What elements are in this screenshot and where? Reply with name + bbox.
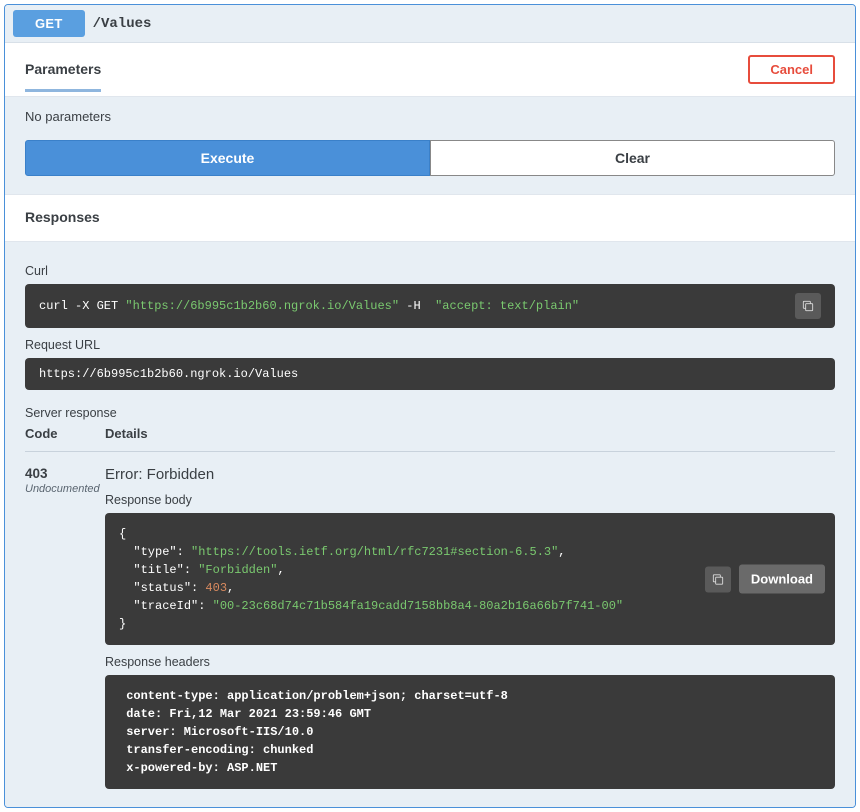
execute-button[interactable]: Execute <box>25 140 430 176</box>
cancel-button[interactable]: Cancel <box>748 55 835 84</box>
operation-header[interactable]: GET /Values <box>5 5 855 43</box>
error-title: Error: Forbidden <box>105 466 835 483</box>
parameters-section-header: Parameters Cancel <box>5 43 855 97</box>
response-headers-label: Response headers <box>105 655 835 669</box>
action-buttons-row: Execute Clear <box>25 140 835 176</box>
responses-section-header: Responses <box>5 194 855 242</box>
response-table: Code Details 403 Undocumented Error: For… <box>25 426 835 789</box>
copy-curl-icon[interactable] <box>795 293 821 319</box>
responses-body: Curl curl -X GET "https://6b995c1b2b60.n… <box>5 242 855 807</box>
code-column-header: Code <box>25 426 105 441</box>
response-body-block: { "type": "https://tools.ietf.org/html/r… <box>105 513 835 645</box>
parameters-body: No parameters Execute Clear <box>5 97 855 194</box>
curl-command-block: curl -X GET "https://6b995c1b2b60.ngrok.… <box>25 284 835 328</box>
response-details-cell: Error: Forbidden Response body { "type":… <box>105 466 835 789</box>
details-column-header: Details <box>105 426 835 441</box>
response-body-actions: Download <box>695 565 825 594</box>
responses-title: Responses <box>25 209 100 225</box>
undocumented-label: Undocumented <box>25 483 105 495</box>
request-url-text: https://6b995c1b2b60.ngrok.io/Values <box>39 367 821 381</box>
http-method-badge: GET <box>13 10 85 37</box>
response-body-label: Response body <box>105 493 835 507</box>
endpoint-path: /Values <box>93 16 152 32</box>
parameters-title: Parameters <box>25 61 101 77</box>
response-headers-block: content-type: application/problem+json; … <box>105 675 835 789</box>
response-code-cell: 403 Undocumented <box>25 466 105 789</box>
status-code: 403 <box>25 466 105 481</box>
copy-response-icon[interactable] <box>705 566 731 592</box>
no-parameters-text: No parameters <box>25 109 835 124</box>
curl-command-text: curl -X GET "https://6b995c1b2b60.ngrok.… <box>39 299 785 313</box>
server-response-label: Server response <box>25 406 835 420</box>
response-row: 403 Undocumented Error: Forbidden Respon… <box>25 466 835 789</box>
request-url-block: https://6b995c1b2b60.ngrok.io/Values <box>25 358 835 390</box>
request-url-label: Request URL <box>25 338 835 352</box>
api-operation-panel: GET /Values Parameters Cancel No paramet… <box>4 4 856 808</box>
curl-label: Curl <box>25 264 835 278</box>
download-button[interactable]: Download <box>739 565 825 594</box>
clear-button[interactable]: Clear <box>430 140 835 176</box>
response-table-header: Code Details <box>25 426 835 452</box>
